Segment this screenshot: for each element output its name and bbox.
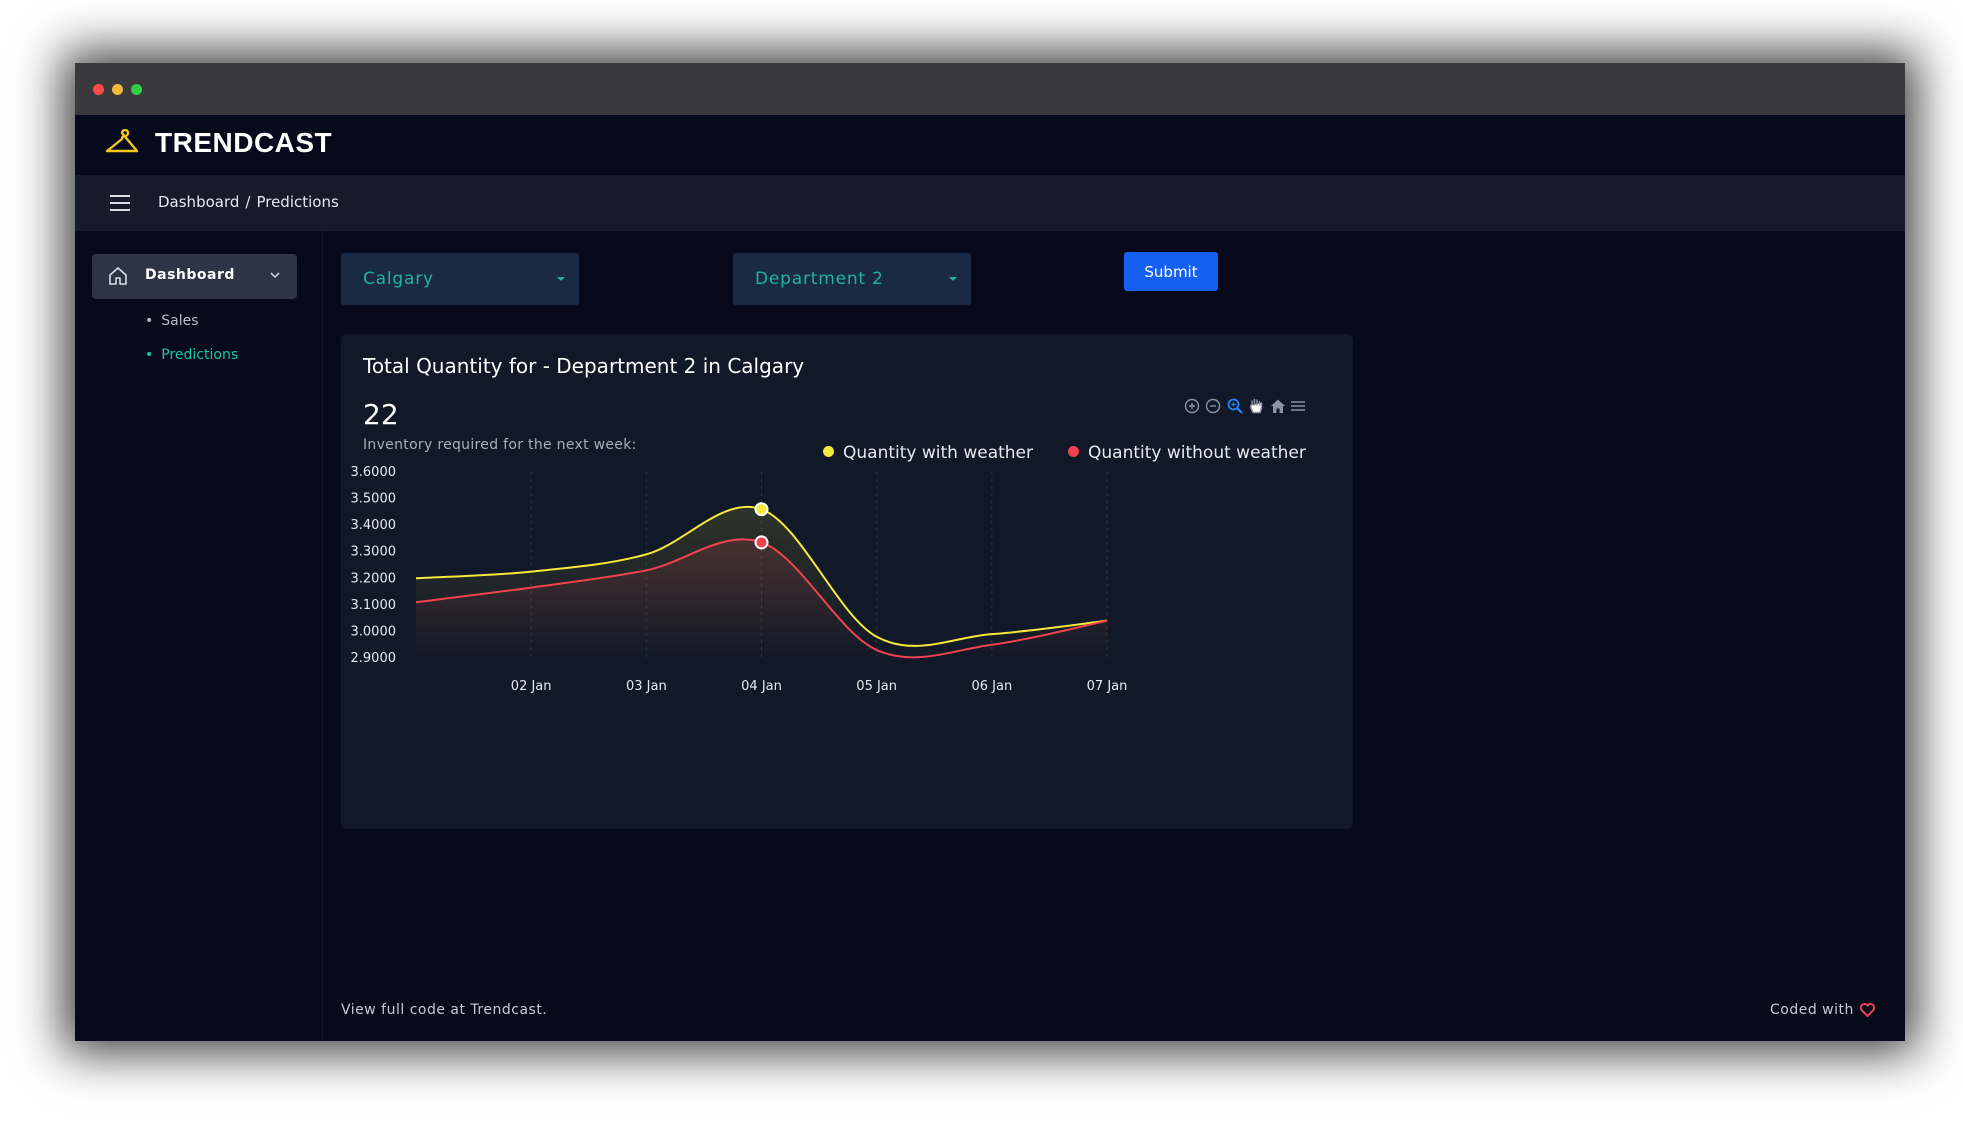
hamburger-menu-icon[interactable] xyxy=(110,195,130,211)
y-tick-label: 3.6000 xyxy=(351,465,397,480)
breadcrumb: Dashboard / Predictions xyxy=(158,193,339,211)
maximize-window-button[interactable] xyxy=(131,84,142,95)
legend-marker-yellow xyxy=(823,446,834,457)
y-tick-label: 3.3000 xyxy=(351,545,397,560)
sidebar: Dashboard • Sales • Predictions xyxy=(75,231,323,1041)
reset-home-icon[interactable] xyxy=(1269,397,1287,415)
footer-credit-label: Coded with xyxy=(1770,1002,1854,1018)
city-select[interactable]: Calgary xyxy=(341,253,579,305)
sidebar-item-label: Dashboard xyxy=(145,267,235,283)
x-tick-label: 05 Jan xyxy=(856,679,897,694)
breadcrumb-dashboard[interactable]: Dashboard xyxy=(158,193,239,211)
breadcrumb-separator: / xyxy=(245,193,251,211)
line-chart: 3.6000 3.5000 3.4000 3.3000 3.2000 3.1000 3.00… xyxy=(351,465,1128,694)
footer-credit: Coded with xyxy=(1770,1002,1875,1018)
y-tick-label: 3.0000 xyxy=(351,624,397,639)
legend-item-with-weather[interactable]: Quantity with weather xyxy=(823,443,1033,463)
brand-name[interactable]: TRENDCAST xyxy=(155,127,332,159)
x-tick-label: 06 Jan xyxy=(971,679,1012,694)
department-select[interactable]: Department 2 xyxy=(733,253,971,305)
bullet-icon: • xyxy=(145,313,154,329)
hanger-logo-icon xyxy=(105,129,139,153)
total-quantity-value: 22 xyxy=(363,398,399,431)
sidebar-item-label: Sales xyxy=(161,313,199,329)
legend-label: Quantity without weather xyxy=(1088,443,1306,463)
heart-icon xyxy=(1859,1003,1875,1017)
legend-label: Quantity with weather xyxy=(843,443,1034,463)
y-tick-label: 3.5000 xyxy=(351,492,397,507)
legend-marker-red xyxy=(1068,446,1079,457)
sidebar-item-label: Predictions xyxy=(161,347,239,363)
zoom-select-icon[interactable] xyxy=(1226,397,1244,415)
caret-down-icon xyxy=(949,277,957,281)
footer-code-link[interactable]: View full code at Trendcast. xyxy=(341,1002,547,1018)
chart-title: Total Quantity for - Department 2 in Cal… xyxy=(363,354,805,378)
chart-card: 3.6000 3.5000 3.4000 3.3000 3.2000 3.1000 3.00… xyxy=(341,334,1353,829)
brand-header: TRENDCAST xyxy=(75,115,1905,175)
x-tick-label: 03 Jan xyxy=(626,679,667,694)
chevron-down-icon xyxy=(270,272,280,279)
x-tick-label: 04 Jan xyxy=(741,679,782,694)
sidebar-item-predictions[interactable]: • Predictions xyxy=(145,347,238,363)
y-tick-label: 3.1000 xyxy=(351,598,397,613)
x-tick-label: 02 Jan xyxy=(511,679,552,694)
sidebar-item-sales[interactable]: • Sales xyxy=(145,313,199,329)
sidebar-item-dashboard[interactable]: Dashboard xyxy=(92,254,297,299)
bullet-icon: • xyxy=(145,347,154,363)
breadcrumb-bar: Dashboard / Predictions xyxy=(75,175,1905,231)
city-select-value: Calgary xyxy=(363,269,434,289)
submit-button[interactable]: Submit xyxy=(1124,252,1218,291)
window-titlebar xyxy=(75,63,1905,115)
minimize-window-button[interactable] xyxy=(112,84,123,95)
caret-down-icon xyxy=(557,277,565,281)
y-tick-label: 3.2000 xyxy=(351,571,397,586)
inventory-subtitle: Inventory required for the next week: xyxy=(363,437,637,453)
menu-icon[interactable] xyxy=(1289,397,1307,415)
legend-item-without-weather[interactable]: Quantity without weather xyxy=(1068,443,1306,463)
pan-hand-icon[interactable] xyxy=(1247,397,1265,415)
close-window-button[interactable] xyxy=(93,84,104,95)
browser-window: TRENDCAST Dashboard / Predictions Dashboar… xyxy=(75,63,1905,1041)
zoom-out-icon[interactable] xyxy=(1204,397,1222,415)
y-tick-label: 2.9000 xyxy=(351,651,397,666)
y-tick-label: 3.4000 xyxy=(351,518,397,533)
data-point xyxy=(754,535,769,550)
data-point xyxy=(754,502,769,517)
department-select-value: Department 2 xyxy=(755,269,884,289)
home-icon xyxy=(109,267,127,285)
x-tick-label: 07 Jan xyxy=(1087,679,1128,694)
breadcrumb-current: Predictions xyxy=(256,193,339,211)
zoom-in-icon[interactable] xyxy=(1183,397,1201,415)
